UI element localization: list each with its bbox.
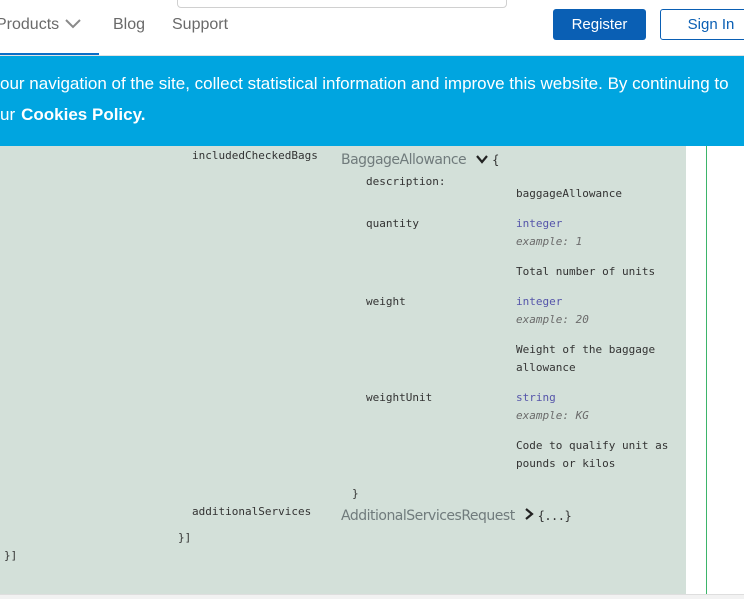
nav-products[interactable]: Products: [0, 16, 81, 34]
gutter-divider: [706, 146, 707, 596]
property-key-quantity: quantity: [366, 217, 419, 230]
nav-blog[interactable]: Blog: [113, 16, 145, 34]
property-key-description: description:: [366, 175, 446, 188]
bottom-edge: [0, 594, 744, 599]
model-name: BaggageAllowance: [341, 152, 467, 168]
nav-products-label: Products: [0, 16, 60, 34]
collapsed-braces: {...}: [537, 509, 572, 523]
top-header: Products Blog Support Register Sign In: [0, 0, 744, 56]
property-type-weightUnit: string: [516, 391, 556, 404]
chevron-down-icon: [65, 16, 81, 34]
search-box[interactable]: [177, 0, 507, 8]
close-bracket-inner: }]: [178, 531, 192, 544]
property-type-weight: integer: [516, 295, 563, 308]
chevron-down-icon: [476, 152, 488, 168]
schema-model-panel: includedCheckedBags BaggageAllowance { d…: [0, 146, 686, 596]
sign-in-button[interactable]: Sign In: [660, 9, 744, 40]
register-button[interactable]: Register: [553, 9, 646, 40]
model-toggle-additional-services[interactable]: AdditionalServicesRequest {...}: [341, 508, 572, 524]
close-bracket-outer: }]: [4, 549, 18, 562]
cookie-banner: our navigation of the site, collect stat…: [0, 56, 744, 146]
property-desc-weightUnit: Code to qualify unit as: [516, 439, 669, 452]
cookie-text-prefix: ur: [0, 105, 16, 124]
property-key-weightUnit: weightUnit: [366, 391, 433, 404]
property-desc-quantity: Total number of units: [516, 265, 656, 278]
open-brace: {: [492, 153, 499, 167]
nav-active-indicator: [0, 53, 99, 55]
property-key-includedCheckedBags: includedCheckedBags: [192, 149, 318, 162]
property-example-weightUnit: example: KG: [516, 409, 589, 422]
model-name: AdditionalServicesRequest: [341, 508, 515, 524]
property-key-weight: weight: [366, 295, 406, 308]
property-desc-weight-line2: allowance: [516, 361, 576, 374]
property-example-weight: example: 20: [516, 313, 589, 326]
close-brace: }: [352, 487, 359, 500]
property-desc-weightUnit-line2: pounds or kilos: [516, 457, 616, 470]
property-type-quantity: integer: [516, 217, 563, 230]
property-description-text: baggageAllowance: [516, 187, 622, 200]
cookie-text-line2: ur Cookies Policy.: [0, 105, 146, 125]
property-example-quantity: example: 1: [516, 235, 583, 248]
cookie-text: our navigation of the site, collect stat…: [0, 74, 729, 93]
chevron-right-icon: [524, 508, 534, 524]
model-toggle-baggage-allowance[interactable]: BaggageAllowance {: [341, 152, 499, 168]
property-desc-weight: Weight of the baggage: [516, 343, 656, 356]
property-key-additionalServices: additionalServices: [192, 505, 312, 518]
nav-support[interactable]: Support: [172, 16, 228, 34]
cookies-policy-link[interactable]: Cookies Policy.: [21, 105, 145, 124]
right-gutter: [686, 146, 744, 596]
